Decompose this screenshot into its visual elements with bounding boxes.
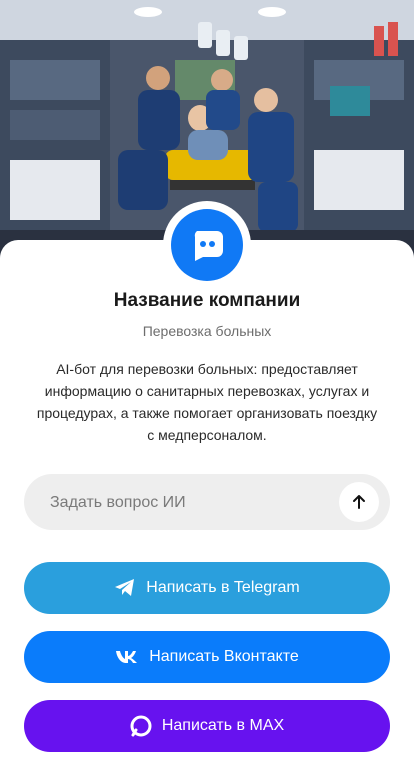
vk-button[interactable]: Написать Вконтакте [24, 631, 390, 683]
telegram-button-label: Написать в Telegram [146, 579, 300, 596]
send-button[interactable] [339, 482, 379, 522]
telegram-button[interactable]: Написать в Telegram [24, 562, 390, 614]
vk-icon [115, 650, 139, 664]
max-button-label: Написать в MAX [161, 717, 285, 734]
max-icon [130, 715, 152, 737]
max-button[interactable]: Написать в MAX [24, 700, 390, 752]
ask-ai-input[interactable] [48, 474, 342, 532]
ask-ai-field[interactable] [24, 474, 390, 532]
telegram-icon [114, 578, 136, 598]
chat-bubble-icon [171, 209, 243, 281]
company-category: Перевозка больных [142, 323, 272, 339]
vk-button-label: Написать Вконтакте [149, 648, 299, 665]
company-description: AI-бот для перевозки больных: предоставл… [36, 361, 378, 443]
company-name: Название компании [113, 290, 301, 311]
arrow-up-icon [353, 495, 365, 509]
